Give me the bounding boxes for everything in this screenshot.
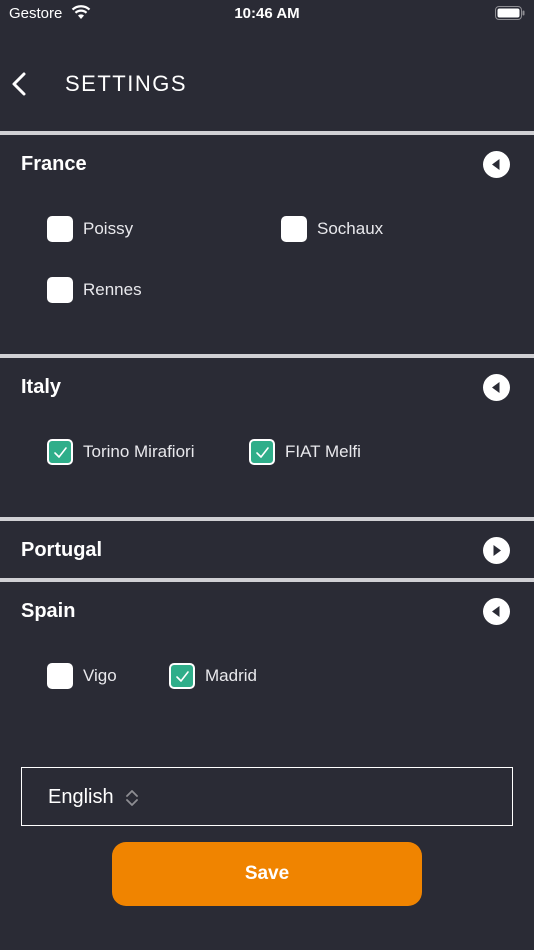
checkbox-label: FIAT Melfi <box>285 442 361 461</box>
section-title-france: France <box>21 153 87 175</box>
checkbox-sochaux[interactable]: Sochaux <box>281 215 383 243</box>
status-time: 10:46 AM <box>234 5 300 22</box>
back-button[interactable] <box>6 66 36 102</box>
checkbox-madrid[interactable]: Madrid <box>169 662 257 690</box>
checkbox-box[interactable] <box>47 216 73 242</box>
checkbox-rennes[interactable]: Rennes <box>47 276 142 304</box>
app-header: SETTINGS <box>0 56 534 112</box>
up-down-chevron-icon <box>126 790 138 806</box>
collapse-button-spain[interactable] <box>483 598 510 625</box>
section-title-italy: Italy <box>21 376 62 398</box>
language-value: English <box>48 786 114 808</box>
checkbox-box[interactable] <box>281 216 307 242</box>
checkbox-fiat-melfi[interactable]: FIAT Melfi <box>249 438 361 466</box>
triangle-left-icon <box>492 382 500 393</box>
checkbox-label: Sochaux <box>317 219 384 238</box>
checkbox-vigo[interactable]: Vigo <box>47 662 117 690</box>
triangle-left-icon <box>492 606 500 617</box>
checkbox-torino-mirafiori[interactable]: Torino Mirafiori <box>47 438 194 466</box>
section-divider <box>0 131 534 135</box>
battery-icon <box>495 6 525 20</box>
checkmark-icon <box>176 671 189 682</box>
checkbox-label: Torino Mirafiori <box>83 442 195 461</box>
checkbox-poissy[interactable]: Poissy <box>47 215 133 243</box>
checkbox-label: Poissy <box>83 219 134 238</box>
section-title-portugal: Portugal <box>21 539 103 561</box>
checkbox-box[interactable] <box>47 439 73 465</box>
checkbox-box[interactable] <box>47 663 73 689</box>
checkbox-label: Vigo <box>83 666 117 685</box>
section-divider <box>0 354 534 358</box>
save-button[interactable]: Save <box>112 842 422 906</box>
collapse-button-italy[interactable] <box>483 374 510 401</box>
section-divider <box>0 578 534 582</box>
triangle-left-icon <box>492 159 500 170</box>
language-select[interactable]: English <box>21 767 513 826</box>
checkbox-box[interactable] <box>169 663 195 689</box>
checkbox-box[interactable] <box>47 277 73 303</box>
checkmark-icon <box>54 447 67 458</box>
section-title-spain: Spain <box>21 600 76 622</box>
checkbox-label: Rennes <box>83 280 142 299</box>
triangle-right-icon <box>493 545 501 556</box>
page-title: SETTINGS <box>65 71 188 96</box>
checkbox-box[interactable] <box>249 439 275 465</box>
checkbox-label: Madrid <box>205 666 257 685</box>
expand-button-portugal[interactable] <box>483 537 510 564</box>
collapse-button-france[interactable] <box>483 151 510 178</box>
checkmark-icon <box>256 447 269 458</box>
section-divider <box>0 517 534 521</box>
status-bar: Gestore 10:46 AM <box>0 0 534 28</box>
chevron-left-icon <box>12 72 26 96</box>
